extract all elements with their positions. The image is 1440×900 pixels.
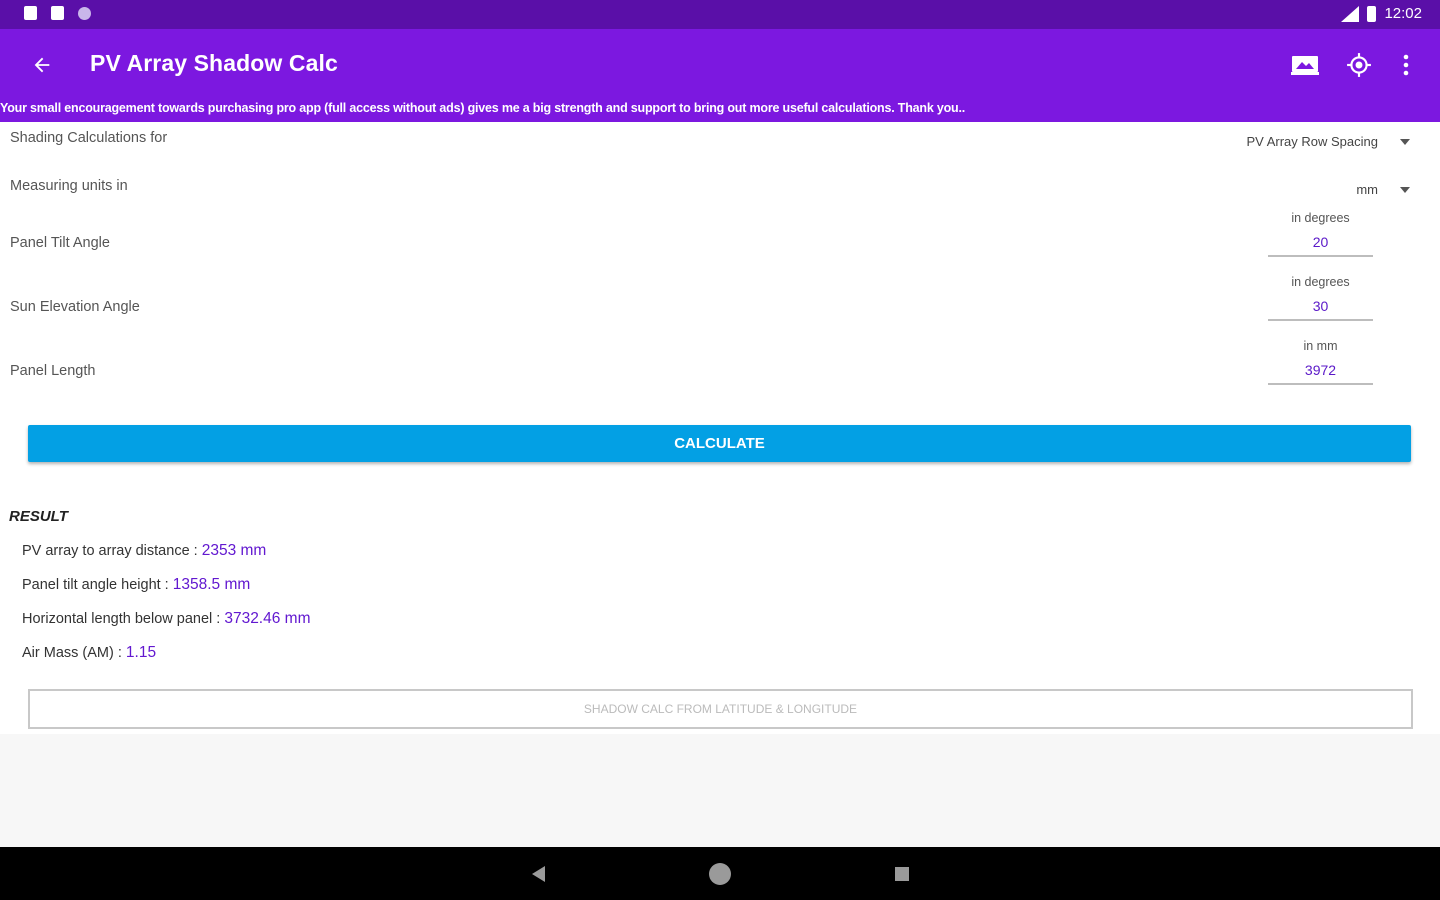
- length-hint: in mm: [1303, 339, 1338, 353]
- chevron-down-icon: [1400, 186, 1410, 193]
- length-field: in mm: [1268, 339, 1373, 385]
- result-air-mass-label: Air Mass (AM) :: [22, 645, 126, 661]
- result-heading: RESULT: [9, 508, 68, 525]
- app-title: PV Array Shadow Calc: [90, 50, 338, 76]
- bottom-empty-area: [0, 734, 1440, 847]
- status-left-icons: [24, 6, 91, 20]
- result-distance-label: PV array to array distance :: [22, 543, 202, 559]
- circle-icon: [78, 6, 91, 20]
- units-label: Measuring units in: [10, 178, 128, 194]
- shading-label: Shading Calculations for: [10, 130, 168, 146]
- sun-hint: in degrees: [1291, 275, 1350, 289]
- result-tilt-height-value: 1358.5 mm: [172, 576, 251, 593]
- units-spinner[interactable]: mm: [1356, 182, 1410, 197]
- units-value: mm: [1356, 182, 1378, 197]
- nav-home-icon[interactable]: [709, 863, 731, 885]
- result-distance: PV array to array distance : 2353 mm: [22, 542, 266, 560]
- back-arrow-icon[interactable]: [24, 47, 60, 83]
- signal-icon: [1341, 5, 1360, 22]
- pro-app-banner[interactable]: Your small encouragement towards purchas…: [0, 101, 1440, 115]
- result-horizontal-length-value: 3732.46 mm: [224, 610, 311, 627]
- tilt-row: Panel Tilt Angle in degrees: [0, 211, 1440, 271]
- status-time: 12:02: [1384, 5, 1422, 22]
- sun-field: in degrees: [1268, 275, 1373, 321]
- status-right: 12:02: [1341, 5, 1422, 22]
- length-input[interactable]: [1268, 362, 1373, 385]
- nav-bar: [0, 847, 1440, 900]
- status-bar: 12:02: [0, 0, 1440, 29]
- notification-icon: [24, 6, 37, 20]
- result-distance-value: 2353 mm: [201, 542, 267, 559]
- battery-icon: [1367, 5, 1377, 22]
- result-air-mass-value: 1.15: [125, 644, 157, 661]
- shading-row: Shading Calculations for PV Array Row Sp…: [0, 130, 1440, 170]
- result-horizontal-length-label: Horizontal length below panel :: [22, 611, 225, 627]
- result-tilt-height-label: Panel tilt angle height :: [22, 577, 173, 593]
- shadow-calc-latlong-button[interactable]: SHADOW CALC FROM LATITUDE & LONGITUDE: [28, 689, 1413, 729]
- result-air-mass: Air Mass (AM) : 1.15: [22, 644, 156, 662]
- tilt-hint: in degrees: [1291, 211, 1350, 225]
- gps-target-icon[interactable]: [1341, 47, 1377, 83]
- image-icon[interactable]: [1287, 47, 1323, 83]
- app-bar: PV Array Shadow Calc Your small encourag…: [0, 29, 1440, 122]
- sd-card-icon: [51, 6, 64, 20]
- sun-input[interactable]: [1268, 298, 1373, 321]
- result-tilt-height: Panel tilt angle height : 1358.5 mm: [22, 576, 250, 594]
- nav-back-icon[interactable]: [532, 866, 545, 882]
- shading-value: PV Array Row Spacing: [1246, 134, 1378, 149]
- result-horizontal-length: Horizontal length below panel : 3732.46 …: [22, 610, 311, 628]
- length-row: Panel Length in mm: [0, 339, 1440, 399]
- nav-recents-icon[interactable]: [895, 867, 909, 881]
- calculate-button[interactable]: CALCULATE: [28, 425, 1411, 462]
- chevron-down-icon: [1400, 138, 1410, 145]
- tilt-input[interactable]: [1268, 234, 1373, 257]
- tilt-label: Panel Tilt Angle: [10, 235, 110, 251]
- length-label: Panel Length: [10, 363, 96, 379]
- more-vert-icon[interactable]: [1388, 47, 1424, 83]
- shading-spinner[interactable]: PV Array Row Spacing: [1246, 134, 1410, 149]
- sun-row: Sun Elevation Angle in degrees: [0, 275, 1440, 335]
- tilt-field: in degrees: [1268, 211, 1373, 257]
- sun-label: Sun Elevation Angle: [10, 299, 140, 315]
